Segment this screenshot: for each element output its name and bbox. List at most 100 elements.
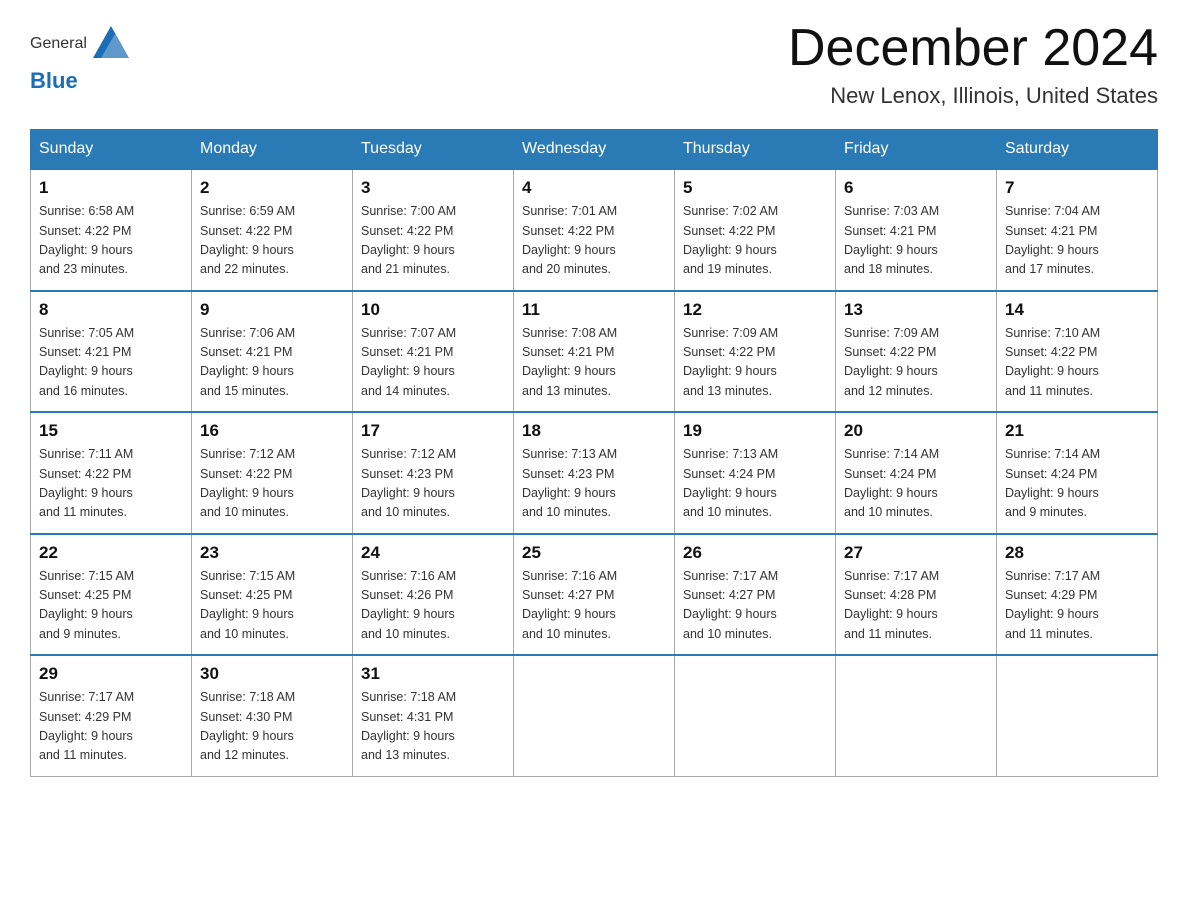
day-info: Sunrise: 7:11 AMSunset: 4:22 PMDaylight:… <box>39 445 183 523</box>
calendar-cell: 10 Sunrise: 7:07 AMSunset: 4:21 PMDayligh… <box>353 291 514 413</box>
day-number: 29 <box>39 664 183 684</box>
weekday-header-thursday: Thursday <box>675 130 836 170</box>
page-header: General Blue December 2024 New Lenox, Il… <box>30 20 1158 109</box>
weekday-header-wednesday: Wednesday <box>514 130 675 170</box>
calendar-cell <box>514 655 675 776</box>
calendar-cell: 8 Sunrise: 7:05 AMSunset: 4:21 PMDaylight… <box>31 291 192 413</box>
day-info: Sunrise: 7:02 AMSunset: 4:22 PMDaylight:… <box>683 202 827 280</box>
day-info: Sunrise: 7:17 AMSunset: 4:29 PMDaylight:… <box>1005 567 1149 645</box>
calendar-cell: 22 Sunrise: 7:15 AMSunset: 4:25 PMDayligh… <box>31 534 192 656</box>
day-number: 3 <box>361 178 505 198</box>
calendar-cell <box>675 655 836 776</box>
day-info: Sunrise: 7:00 AMSunset: 4:22 PMDaylight:… <box>361 202 505 280</box>
day-info: Sunrise: 6:58 AMSunset: 4:22 PMDaylight:… <box>39 202 183 280</box>
day-number: 25 <box>522 543 666 563</box>
day-info: Sunrise: 7:07 AMSunset: 4:21 PMDaylight:… <box>361 324 505 402</box>
week-row-3: 15 Sunrise: 7:11 AMSunset: 4:22 PMDayligh… <box>31 412 1158 534</box>
calendar-cell: 12Sunrise: 7:09 AMSunset: 4:22 PMDayligh… <box>675 291 836 413</box>
weekday-header-saturday: Saturday <box>997 130 1158 170</box>
day-info: Sunrise: 7:08 AMSunset: 4:21 PMDaylight:… <box>522 324 666 402</box>
day-info: Sunrise: 7:14 AMSunset: 4:24 PMDaylight:… <box>1005 445 1149 523</box>
day-info: Sunrise: 7:15 AMSunset: 4:25 PMDaylight:… <box>200 567 344 645</box>
day-info: Sunrise: 7:01 AMSunset: 4:22 PMDaylight:… <box>522 202 666 280</box>
week-row-4: 22 Sunrise: 7:15 AMSunset: 4:25 PMDayligh… <box>31 534 1158 656</box>
day-info: Sunrise: 7:13 AMSunset: 4:23 PMDaylight:… <box>522 445 666 523</box>
day-number: 13 <box>844 300 988 320</box>
day-info: Sunrise: 7:06 AMSunset: 4:21 PMDaylight:… <box>200 324 344 402</box>
weekday-header-friday: Friday <box>836 130 997 170</box>
calendar-cell: 31Sunrise: 7:18 AMSunset: 4:31 PMDayligh… <box>353 655 514 776</box>
day-number: 9 <box>200 300 344 320</box>
day-info: Sunrise: 7:10 AMSunset: 4:22 PMDaylight:… <box>1005 324 1149 402</box>
weekday-header-monday: Monday <box>192 130 353 170</box>
day-number: 18 <box>522 421 666 441</box>
day-number: 12 <box>683 300 827 320</box>
day-number: 1 <box>39 178 183 198</box>
day-info: Sunrise: 7:05 AMSunset: 4:21 PMDaylight:… <box>39 324 183 402</box>
calendar-cell: 14 Sunrise: 7:10 AMSunset: 4:22 PMDayligh… <box>997 291 1158 413</box>
day-info: Sunrise: 7:17 AMSunset: 4:28 PMDaylight:… <box>844 567 988 645</box>
calendar-cell: 26 Sunrise: 7:17 AMSunset: 4:27 PMDayligh… <box>675 534 836 656</box>
day-number: 30 <box>200 664 344 684</box>
calendar-table: SundayMondayTuesdayWednesdayThursdayFrid… <box>30 129 1158 777</box>
day-number: 22 <box>39 543 183 563</box>
logo-general-text: General <box>30 35 87 53</box>
logo: General Blue <box>30 20 135 94</box>
calendar-cell: 15 Sunrise: 7:11 AMSunset: 4:22 PMDayligh… <box>31 412 192 534</box>
day-number: 23 <box>200 543 344 563</box>
calendar-cell <box>836 655 997 776</box>
calendar-cell: 18 Sunrise: 7:13 AMSunset: 4:23 PMDayligh… <box>514 412 675 534</box>
day-number: 21 <box>1005 421 1149 441</box>
day-number: 31 <box>361 664 505 684</box>
calendar-cell: 4 Sunrise: 7:01 AMSunset: 4:22 PMDaylight… <box>514 169 675 291</box>
day-info: Sunrise: 7:16 AMSunset: 4:26 PMDaylight:… <box>361 567 505 645</box>
calendar-cell: 28 Sunrise: 7:17 AMSunset: 4:29 PMDayligh… <box>997 534 1158 656</box>
day-number: 14 <box>1005 300 1149 320</box>
day-number: 8 <box>39 300 183 320</box>
day-info: Sunrise: 7:15 AMSunset: 4:25 PMDaylight:… <box>39 567 183 645</box>
calendar-cell <box>997 655 1158 776</box>
day-info: Sunrise: 6:59 AMSunset: 4:22 PMDaylight:… <box>200 202 344 280</box>
calendar-cell: 6 Sunrise: 7:03 AMSunset: 4:21 PMDaylight… <box>836 169 997 291</box>
day-number: 17 <box>361 421 505 441</box>
weekday-header-sunday: Sunday <box>31 130 192 170</box>
day-info: Sunrise: 7:03 AMSunset: 4:21 PMDaylight:… <box>844 202 988 280</box>
logo-blue-text: Blue <box>30 68 78 94</box>
calendar-cell: 23 Sunrise: 7:15 AMSunset: 4:25 PMDayligh… <box>192 534 353 656</box>
day-number: 26 <box>683 543 827 563</box>
calendar-cell: 7Sunrise: 7:04 AMSunset: 4:21 PMDaylight… <box>997 169 1158 291</box>
day-number: 24 <box>361 543 505 563</box>
day-number: 4 <box>522 178 666 198</box>
day-info: Sunrise: 7:18 AMSunset: 4:30 PMDaylight:… <box>200 688 344 766</box>
calendar-cell: 9 Sunrise: 7:06 AMSunset: 4:21 PMDaylight… <box>192 291 353 413</box>
day-number: 11 <box>522 300 666 320</box>
day-info: Sunrise: 7:13 AMSunset: 4:24 PMDaylight:… <box>683 445 827 523</box>
logo-triangle-icon <box>87 20 135 68</box>
week-row-1: 1 Sunrise: 6:58 AMSunset: 4:22 PMDaylight… <box>31 169 1158 291</box>
day-number: 28 <box>1005 543 1149 563</box>
day-number: 19 <box>683 421 827 441</box>
calendar-cell: 3 Sunrise: 7:00 AMSunset: 4:22 PMDaylight… <box>353 169 514 291</box>
day-number: 2 <box>200 178 344 198</box>
day-number: 10 <box>361 300 505 320</box>
day-info: Sunrise: 7:17 AMSunset: 4:29 PMDaylight:… <box>39 688 183 766</box>
calendar-cell: 19 Sunrise: 7:13 AMSunset: 4:24 PMDayligh… <box>675 412 836 534</box>
calendar-cell: 29 Sunrise: 7:17 AMSunset: 4:29 PMDayligh… <box>31 655 192 776</box>
day-info: Sunrise: 7:16 AMSunset: 4:27 PMDaylight:… <box>522 567 666 645</box>
day-info: Sunrise: 7:14 AMSunset: 4:24 PMDaylight:… <box>844 445 988 523</box>
calendar-cell: 20Sunrise: 7:14 AMSunset: 4:24 PMDayligh… <box>836 412 997 534</box>
day-info: Sunrise: 7:17 AMSunset: 4:27 PMDaylight:… <box>683 567 827 645</box>
calendar-cell: 27 Sunrise: 7:17 AMSunset: 4:28 PMDayligh… <box>836 534 997 656</box>
calendar-cell: 30 Sunrise: 7:18 AMSunset: 4:30 PMDayligh… <box>192 655 353 776</box>
calendar-cell: 1 Sunrise: 6:58 AMSunset: 4:22 PMDaylight… <box>31 169 192 291</box>
day-number: 6 <box>844 178 988 198</box>
week-row-2: 8 Sunrise: 7:05 AMSunset: 4:21 PMDaylight… <box>31 291 1158 413</box>
day-number: 16 <box>200 421 344 441</box>
calendar-cell: 16Sunrise: 7:12 AMSunset: 4:22 PMDayligh… <box>192 412 353 534</box>
day-number: 27 <box>844 543 988 563</box>
weekday-header-tuesday: Tuesday <box>353 130 514 170</box>
day-number: 15 <box>39 421 183 441</box>
day-info: Sunrise: 7:09 AMSunset: 4:22 PMDaylight:… <box>844 324 988 402</box>
calendar-cell: 25 Sunrise: 7:16 AMSunset: 4:27 PMDayligh… <box>514 534 675 656</box>
weekday-header-row: SundayMondayTuesdayWednesdayThursdayFrid… <box>31 130 1158 170</box>
